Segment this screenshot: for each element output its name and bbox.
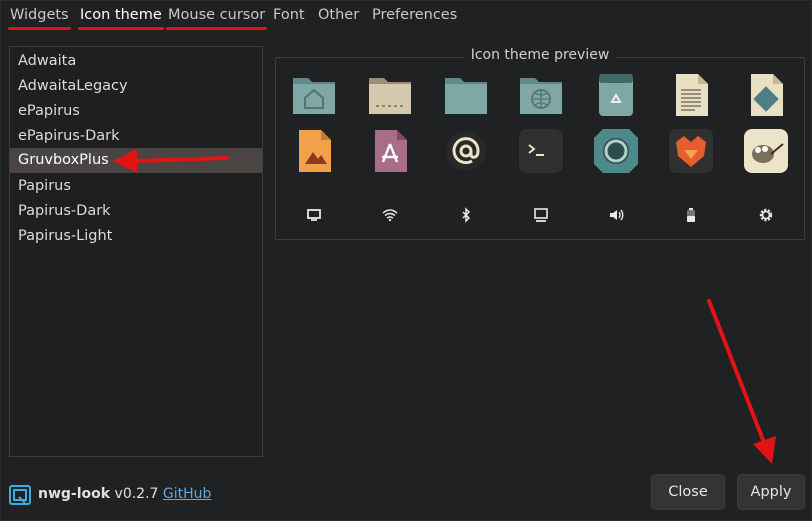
apply-button[interactable]: Apply bbox=[737, 474, 805, 510]
footer-info: nwg-look v0.2.7 GitHub bbox=[38, 486, 211, 502]
tab-mouse-cursor-label: Mouse cursor bbox=[168, 7, 266, 23]
desktop-folder-icon bbox=[369, 78, 411, 114]
settings-icon bbox=[759, 208, 773, 222]
document-icon bbox=[751, 74, 783, 116]
wifi-icon bbox=[382, 209, 398, 222]
nwg-look-window: Widgets Icon theme Mouse cursor Font Oth… bbox=[0, 0, 812, 521]
firefox-icon bbox=[669, 129, 713, 173]
tab-widgets-underline bbox=[8, 27, 71, 30]
list-item[interactable]: Adwaita bbox=[10, 49, 262, 74]
tab-icon-theme-label: Icon theme bbox=[80, 7, 162, 23]
preview-title-text: Icon theme preview bbox=[463, 47, 617, 63]
arrow-to-apply bbox=[707, 299, 776, 464]
list-item[interactable]: Papirus-Dark bbox=[10, 199, 262, 224]
preview-title: Icon theme preview bbox=[275, 47, 805, 63]
github-link[interactable]: GitHub bbox=[163, 486, 212, 502]
app-version: v0.2.7 bbox=[110, 486, 163, 502]
browser-icon bbox=[594, 129, 638, 173]
mail-icon bbox=[446, 131, 486, 171]
list-item[interactable]: ePapirus-Dark bbox=[10, 124, 262, 149]
computer-icon bbox=[534, 208, 548, 222]
image-file-icon bbox=[299, 130, 331, 172]
tab-widgets-label: Widgets bbox=[10, 7, 69, 23]
network-folder-icon bbox=[520, 78, 562, 114]
tab-font[interactable]: Font bbox=[273, 5, 305, 25]
bluetooth-icon bbox=[462, 207, 471, 223]
app-name: nwg-look bbox=[38, 486, 111, 502]
tab-icon-theme-underline bbox=[78, 27, 164, 30]
home-folder-icon bbox=[293, 78, 335, 114]
volume-icon bbox=[610, 209, 624, 221]
tab-icon-theme[interactable]: Icon theme bbox=[78, 5, 164, 30]
tab-font-label: Font bbox=[273, 7, 305, 23]
battery-icon bbox=[687, 208, 695, 222]
tab-other[interactable]: Other bbox=[318, 5, 359, 25]
list-item[interactable]: AdwaitaLegacy bbox=[10, 74, 262, 99]
tab-widgets[interactable]: Widgets bbox=[8, 5, 71, 30]
tab-mouse-cursor-underline bbox=[166, 27, 268, 30]
tab-preferences[interactable]: Preferences bbox=[372, 5, 457, 25]
text-document-icon bbox=[676, 74, 708, 116]
app-store-icon bbox=[375, 130, 407, 172]
tab-mouse-cursor[interactable]: Mouse cursor bbox=[166, 5, 268, 30]
gimp-icon bbox=[744, 129, 788, 173]
list-item-selected[interactable]: GruvboxPlus bbox=[10, 148, 262, 173]
list-item[interactable]: ePapirus bbox=[10, 99, 262, 124]
close-button[interactable]: Close bbox=[651, 474, 725, 510]
trash-icon bbox=[599, 74, 633, 116]
terminal-icon bbox=[519, 129, 563, 173]
tab-other-label: Other bbox=[318, 7, 360, 23]
display-icon bbox=[307, 209, 321, 221]
icon-theme-list[interactable]: Adwaita AdwaitaLegacy ePapirus ePapirus-… bbox=[9, 46, 263, 457]
list-item[interactable]: Papirus-Light bbox=[10, 224, 262, 249]
nwg-look-logo-icon bbox=[9, 485, 31, 505]
folder-icon bbox=[445, 78, 487, 114]
tab-preferences-label: Preferences bbox=[372, 7, 458, 23]
list-item[interactable]: Papirus bbox=[10, 174, 262, 199]
